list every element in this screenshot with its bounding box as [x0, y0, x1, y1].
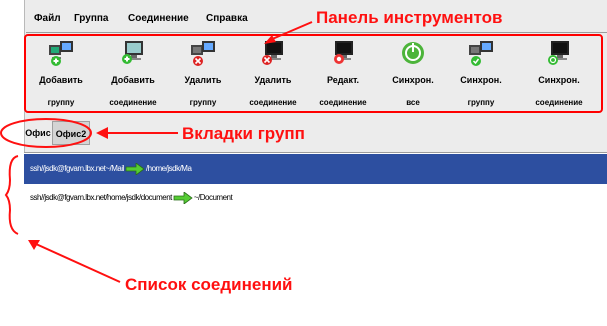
button-label: Синхрон. — [460, 75, 502, 85]
button-label: Добавить — [111, 75, 155, 85]
sync-all-button[interactable]: Синхрон. все — [378, 35, 448, 115]
toolbar: Добавить группу Добавить соединение Удал… — [26, 35, 604, 115]
connection-target: /home/jsdk/Ma — [145, 164, 192, 173]
delete-connection-button[interactable]: Удалить соединение — [238, 35, 308, 115]
arrow-right-icon — [173, 191, 193, 204]
button-sublabel: группу — [467, 98, 495, 107]
connection-list: ssh//jsdk@fgvam.lbx.net~/Mail/home/jsdk/… — [24, 152, 607, 326]
sync-group-button[interactable]: Синхрон. группу — [446, 35, 516, 115]
add-group-icon — [49, 41, 73, 66]
button-sublabel: соединение — [249, 98, 297, 107]
delete-group-icon — [191, 41, 215, 66]
button-sublabel: группу — [47, 98, 75, 107]
menu-file[interactable]: Файл — [34, 13, 61, 24]
connection-target: ~/Document — [193, 193, 233, 202]
arrow-right-icon — [125, 162, 145, 175]
annotation-list: Список соединений — [125, 275, 293, 294]
delete-connection-icon — [262, 41, 283, 65]
button-label: Добавить — [39, 75, 83, 85]
button-label: Редакт. — [326, 75, 360, 85]
list-item[interactable]: ssh//jsdk@fgvam.lbx.net~/Mail/home/jsdk/… — [24, 154, 607, 184]
sync-connection-icon — [548, 41, 569, 65]
menu-group[interactable]: Группа — [74, 13, 108, 24]
tab-office[interactable]: Офис — [24, 121, 52, 145]
menu-help[interactable]: Справка — [206, 13, 248, 24]
button-sublabel: соединение — [109, 98, 157, 107]
list-bracket — [4, 155, 19, 235]
edit-connection-button[interactable]: Редакт. соединение — [308, 35, 378, 115]
button-label: Удалить — [184, 75, 222, 85]
delete-group-button[interactable]: Удалить группу — [168, 35, 238, 115]
list-item[interactable]: ssh//jsdk@fgvam.lbx.net/home/jsdk/docume… — [24, 183, 607, 213]
sync-all-icon — [402, 42, 424, 64]
tab-office2[interactable]: Офис2 — [52, 121, 90, 145]
button-sublabel: все — [406, 98, 420, 107]
divider — [26, 32, 607, 33]
add-connection-button[interactable]: Добавить соединение — [98, 35, 168, 115]
add-group-button[interactable]: Добавить группу — [26, 35, 96, 115]
button-label: Синхрон. — [392, 75, 434, 85]
sync-group-icon — [469, 41, 493, 66]
button-sublabel: соединение — [535, 98, 583, 107]
add-connection-icon — [122, 41, 143, 64]
button-label: Удалить — [254, 75, 292, 85]
button-sublabel: группу — [189, 98, 217, 107]
connection-source: ssh//jsdk@fgvam.lbx.net~/Mail — [30, 164, 124, 173]
annotation-tabs: Вкладки групп — [182, 124, 305, 143]
connection-source: ssh//jsdk@fgvam.lbx.net/home/jsdk/docume… — [30, 193, 172, 202]
sync-connection-button[interactable]: Синхрон. соединение — [524, 35, 594, 115]
edit-connection-icon — [334, 41, 353, 64]
button-sublabel: соединение — [319, 98, 367, 107]
button-label: Синхрон. — [538, 75, 580, 85]
annotation-toolbar: Панель инструментов — [316, 8, 503, 27]
menu-connection[interactable]: Соединение — [128, 13, 189, 24]
